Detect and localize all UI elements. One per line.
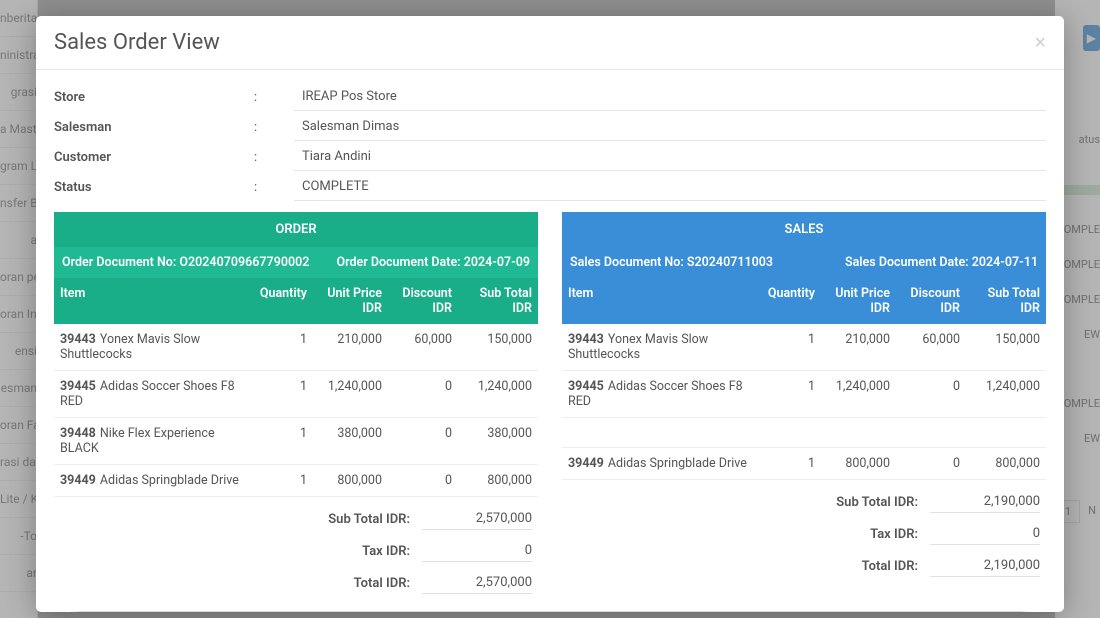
- customer-label: Customer: [54, 150, 254, 165]
- cell-item: 39443Yonex Mavis Slow Shuttlecocks: [54, 324, 248, 370]
- cell-unit-price: 1,240,000: [313, 371, 388, 417]
- cell-qty: 1: [756, 448, 821, 479]
- salesman-value: Salesman Dimas: [294, 113, 1046, 141]
- cell-item: 39449Adidas Springblade Drive: [562, 448, 756, 479]
- status-label: Status: [54, 180, 254, 195]
- modal-header: Sales Order View ×: [36, 16, 1064, 70]
- col-item: Item: [562, 278, 756, 324]
- cell-item: 39443Yonex Mavis Slow Shuttlecocks: [562, 324, 756, 370]
- store-value: IREAP Pos Store: [294, 83, 1046, 111]
- col-unit-price: Unit PriceIDR: [313, 278, 388, 324]
- table-row: 39449Adidas Springblade Drive1800,000080…: [54, 465, 538, 497]
- cell-qty: 1: [248, 465, 313, 496]
- col-discount: DiscountIDR: [388, 278, 458, 324]
- sales-order-view-modal: Sales Order View × Store : IREAP Pos Sto…: [36, 16, 1064, 612]
- col-subtotal: Sub TotalIDR: [966, 278, 1046, 324]
- status-value: COMPLETE: [294, 173, 1046, 201]
- order-total-label: Total IDR:: [354, 576, 410, 591]
- order-subtotal-value: 2,570,000: [422, 508, 532, 530]
- cell-item: 39448Nike Flex Experience BLACK: [54, 418, 248, 464]
- table-row: 39445Adidas Soccer Shoes F8 RED11,240,00…: [54, 371, 538, 418]
- sales-doc-date: Sales Document Date: 2024-07-11: [845, 255, 1038, 270]
- cell-qty: 1: [756, 324, 821, 370]
- close-button[interactable]: ×: [1034, 33, 1046, 53]
- cell-discount: 0: [896, 448, 966, 479]
- cell-discount: 0: [896, 371, 966, 417]
- order-tax-value: 0: [422, 540, 532, 562]
- order-doc-no: Order Document No: O20240709667790002: [62, 255, 309, 270]
- table-row: [562, 418, 1046, 448]
- order-subtotal-label: Sub Total IDR:: [328, 512, 410, 527]
- cell-discount: 0: [388, 371, 458, 417]
- sales-total-value: 2,190,000: [930, 555, 1040, 577]
- table-row: 39449Adidas Springblade Drive1800,000080…: [562, 448, 1046, 480]
- order-panel: ORDER Order Document No: O20240709667790…: [54, 212, 538, 599]
- order-doc-row: Order Document No: O20240709667790002 Or…: [54, 247, 538, 278]
- cell-subtotal: 1,240,000: [458, 371, 538, 417]
- cell-subtotal: 150,000: [458, 324, 538, 370]
- cell-subtotal: 380,000: [458, 418, 538, 464]
- cell-discount: 60,000: [388, 324, 458, 370]
- col-discount: DiscountIDR: [896, 278, 966, 324]
- cell-subtotal: 800,000: [966, 448, 1046, 479]
- cell-item: 39445Adidas Soccer Shoes F8 RED: [562, 371, 756, 417]
- sales-totals: Sub Total IDR: 2,190,000 Tax IDR: 0 Total …: [562, 486, 1046, 582]
- cell-discount: 0: [388, 465, 458, 496]
- sales-panel-title: SALES: [562, 212, 1046, 247]
- cell-qty: 1: [248, 371, 313, 417]
- cell-subtotal: 150,000: [966, 324, 1046, 370]
- cell-discount: 0: [388, 418, 458, 464]
- order-panel-title: ORDER: [54, 212, 538, 247]
- modal-body: Store : IREAP Pos Store Salesman : Sales…: [36, 70, 1064, 612]
- order-doc-date: Order Document Date: 2024-07-09: [336, 255, 530, 270]
- salesman-label: Salesman: [54, 120, 254, 135]
- cell-qty: 1: [248, 324, 313, 370]
- table-row: 39443Yonex Mavis Slow Shuttlecocks1210,0…: [562, 324, 1046, 371]
- sales-total-label: Total IDR:: [862, 559, 918, 574]
- sales-subtotal-value: 2,190,000: [930, 491, 1040, 513]
- order-tax-label: Tax IDR:: [362, 544, 410, 559]
- sales-panel: SALES Sales Document No: S20240711003 Sa…: [562, 212, 1046, 599]
- sales-tax-value: 0: [930, 523, 1040, 545]
- cell-unit-price: 1,240,000: [821, 371, 896, 417]
- scroll-left-icon[interactable]: ◀: [54, 609, 68, 612]
- sales-subtotal-label: Sub Total IDR:: [836, 495, 918, 510]
- cell-unit-price: 380,000: [313, 418, 388, 464]
- sales-tax-label: Tax IDR:: [870, 527, 918, 542]
- cell-qty: 1: [756, 371, 821, 417]
- order-total-value: 2,570,000: [422, 572, 532, 594]
- table-row: 39445Adidas Soccer Shoes F8 RED11,240,00…: [562, 371, 1046, 418]
- cell-item: 39449Adidas Springblade Drive: [54, 465, 248, 496]
- cell-unit-price: 210,000: [821, 324, 896, 370]
- table-row: 39443Yonex Mavis Slow Shuttlecocks1210,0…: [54, 324, 538, 371]
- order-info: Store : IREAP Pos Store Salesman : Sales…: [54, 82, 1046, 202]
- scroll-track[interactable]: [68, 611, 1032, 613]
- cell-discount: 60,000: [896, 324, 966, 370]
- customer-value: Tiara Andini: [294, 143, 1046, 171]
- cell-qty: 1: [248, 418, 313, 464]
- sales-table-header: Item Quantity Unit PriceIDR DiscountIDR …: [562, 278, 1046, 324]
- col-item: Item: [54, 278, 248, 324]
- sales-doc-no: Sales Document No: S20240711003: [570, 255, 773, 270]
- modal-title: Sales Order View: [54, 30, 220, 55]
- order-table-header: Item Quantity Unit PriceIDR DiscountIDR …: [54, 278, 538, 324]
- table-row: 39448Nike Flex Experience BLACK1380,0000…: [54, 418, 538, 465]
- cell-unit-price: 800,000: [821, 448, 896, 479]
- horizontal-scrollbar[interactable]: ◀ ▶: [54, 609, 1046, 612]
- cell-unit-price: 210,000: [313, 324, 388, 370]
- sales-doc-row: Sales Document No: S20240711003 Sales Do…: [562, 247, 1046, 278]
- scroll-thumb[interactable]: [74, 611, 1026, 613]
- scroll-right-icon[interactable]: ▶: [1032, 609, 1046, 612]
- cell-unit-price: 800,000: [313, 465, 388, 496]
- cell-subtotal: 800,000: [458, 465, 538, 496]
- col-quantity: Quantity: [248, 278, 313, 324]
- order-totals: Sub Total IDR: 2,570,000 Tax IDR: 0 Total …: [54, 503, 538, 599]
- cell-subtotal: 1,240,000: [966, 371, 1046, 417]
- close-icon: ×: [1034, 32, 1046, 54]
- col-quantity: Quantity: [756, 278, 821, 324]
- cell-item: 39445Adidas Soccer Shoes F8 RED: [54, 371, 248, 417]
- store-label: Store: [54, 90, 254, 105]
- col-unit-price: Unit PriceIDR: [821, 278, 896, 324]
- col-subtotal: Sub TotalIDR: [458, 278, 538, 324]
